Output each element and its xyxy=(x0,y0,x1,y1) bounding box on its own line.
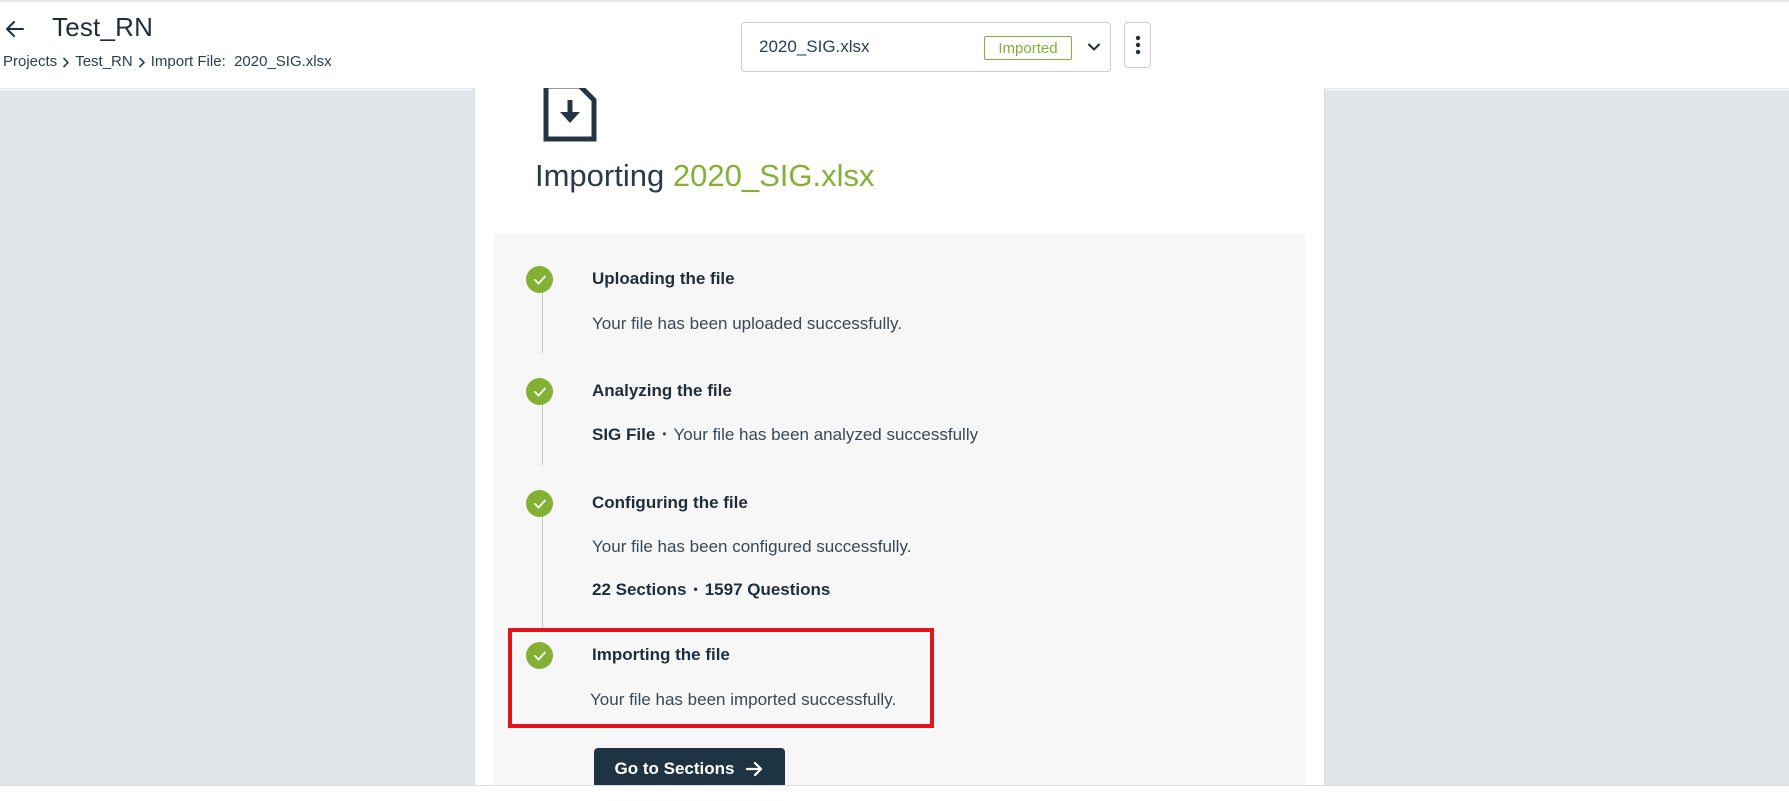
go-button-label: Go to Sections xyxy=(614,758,735,778)
step-title-configuring: Configuring the file xyxy=(592,493,748,512)
separator-dot: • xyxy=(693,581,698,596)
step-text-importing: Your file has been imported successfully… xyxy=(590,690,897,709)
file-select-dropdown[interactable]: 2020_SIG.xlsx Imported xyxy=(741,22,1111,72)
separator-dot: • xyxy=(662,426,667,441)
analyzing-status: Your file has been analyzed successfully xyxy=(673,425,979,444)
step-connector xyxy=(542,403,543,465)
step-text-analyzing: SIG File • Your file has been analyzed suc… xyxy=(592,425,978,445)
import-heading: Importing 2020_SIG.xlsx xyxy=(535,158,874,194)
heading-file-name: 2020_SIG.xlsx xyxy=(672,158,875,193)
import-file-icon xyxy=(543,83,597,142)
breadcrumb: Projects Test_RN Import File: 2020_SIG.x… xyxy=(3,53,332,70)
file-type-label: SIG File xyxy=(592,425,656,444)
step-title-importing: Importing the file xyxy=(592,645,730,664)
check-icon xyxy=(526,266,553,293)
selected-file-name: 2020_SIG.xlsx xyxy=(759,37,870,56)
breadcrumb-current: Import File: 2020_SIG.xlsx xyxy=(150,53,332,70)
step-connector xyxy=(542,291,543,353)
more-options-button[interactable] xyxy=(1124,22,1151,68)
check-icon xyxy=(526,378,553,405)
chevron-down-icon xyxy=(1086,39,1102,55)
heading-prefix: Importing xyxy=(535,158,665,193)
breadcrumb-project[interactable]: Test_RN xyxy=(75,53,133,70)
breadcrumb-projects[interactable]: Projects xyxy=(3,53,57,70)
config-summary: 22 Sections • 1597 Questions xyxy=(592,580,830,600)
step-title-analyzing: Analyzing the file xyxy=(592,381,732,400)
step-title-uploading: Uploading the file xyxy=(592,269,735,288)
back-arrow-icon[interactable] xyxy=(4,18,30,42)
import-card: Importing 2020_SIG.xlsx Uploading the fi… xyxy=(474,83,1325,785)
chevron-right-icon xyxy=(57,54,75,69)
check-icon xyxy=(526,642,553,669)
step-text-uploading: Your file has been uploaded successfully… xyxy=(592,314,902,333)
steps-panel: Uploading the file Your file has been up… xyxy=(494,234,1305,785)
step-text-configuring: Your file has been configured successful… xyxy=(592,537,912,556)
sections-count: 22 Sections xyxy=(592,580,687,599)
bottom-strip xyxy=(0,785,1789,801)
chevron-right-icon xyxy=(133,54,151,69)
page-header: Test_RN Projects Test_RN Import File: 20… xyxy=(0,2,1789,89)
more-vertical-icon xyxy=(1135,35,1140,55)
questions-count: 1597 Questions xyxy=(704,580,831,599)
status-badge: Imported xyxy=(984,36,1072,60)
step-connector xyxy=(542,516,543,631)
check-icon xyxy=(526,490,553,517)
page-title: Test_RN xyxy=(52,12,154,42)
arrow-right-icon xyxy=(746,761,763,776)
